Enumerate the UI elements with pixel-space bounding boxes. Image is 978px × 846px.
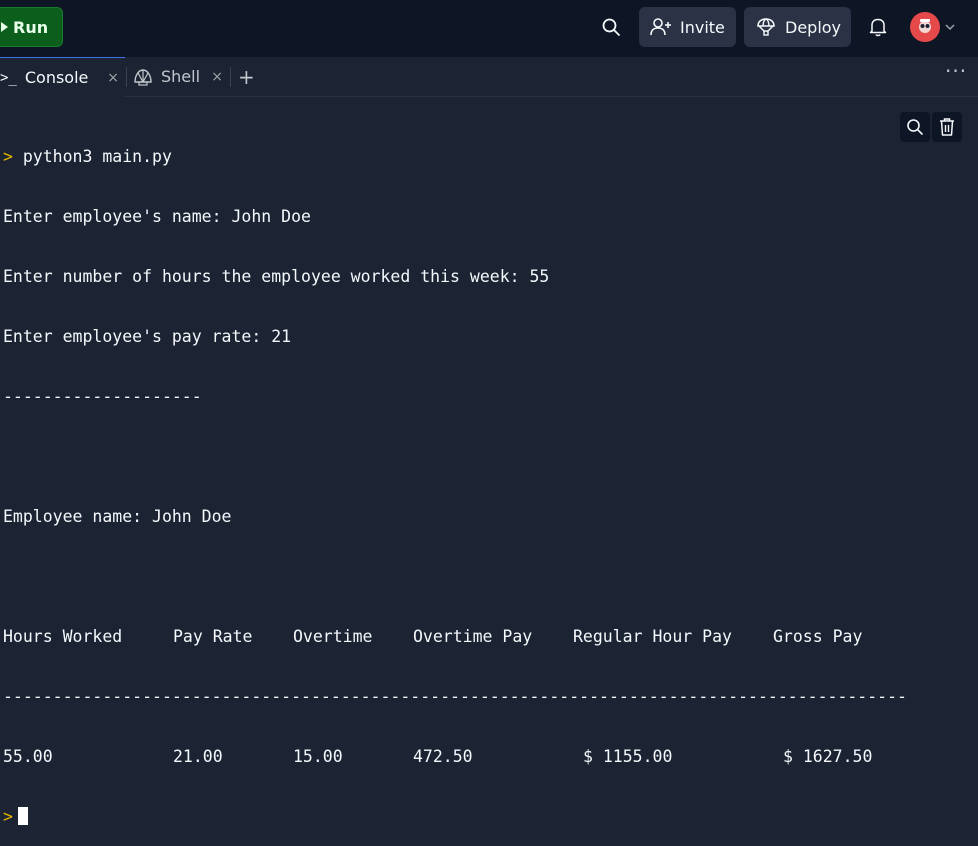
- table-cell: 15.00: [293, 747, 343, 766]
- input-line[interactable]: >: [3, 807, 973, 827]
- invite-label: Invite: [680, 17, 725, 37]
- tab-console[interactable]: >_ Console ×: [0, 57, 125, 97]
- tab-divider: [230, 67, 231, 87]
- output-line: Employee name: John Doe: [3, 507, 232, 526]
- deploy-button[interactable]: Deploy: [744, 7, 851, 47]
- output-line: Enter employee's pay rate: 21: [3, 327, 292, 346]
- deploy-label: Deploy: [785, 17, 842, 37]
- chevron-down-icon: [945, 24, 955, 31]
- output-line: --------------------: [3, 387, 202, 406]
- console-tools: [900, 112, 962, 142]
- table-cell: 55.00: [3, 747, 53, 766]
- clear-console-button[interactable]: [932, 112, 962, 142]
- tab-bar: >_ Console × Shell × + ···: [0, 57, 978, 97]
- table-cell: $ 1627.50: [783, 747, 873, 766]
- tab-console-label: Console: [24, 68, 89, 87]
- table-cell: $ 1155.00: [583, 747, 673, 766]
- table-header: Overtime: [293, 627, 373, 646]
- table-header: Hours Worked: [3, 627, 123, 646]
- search-icon: [602, 18, 620, 36]
- table-row: 55.00 21.00 15.00 472.50 $ 1155.00 $ 162…: [3, 747, 973, 767]
- output-line: Enter employee's name: John Doe: [3, 207, 311, 226]
- table-cell: 21.00: [173, 747, 223, 766]
- table-header: Overtime Pay: [413, 627, 533, 646]
- play-icon: [1, 22, 8, 32]
- console-output[interactable]: > python3 main.py Enter employee's name:…: [3, 107, 973, 826]
- table-header: Gross Pay: [773, 627, 863, 646]
- close-icon[interactable]: ×: [211, 69, 223, 85]
- command-text: python3 main.py: [22, 147, 172, 166]
- tab-divider: [126, 67, 127, 87]
- console-search-button[interactable]: [900, 112, 930, 142]
- search-button[interactable]: [596, 12, 626, 42]
- prompt-symbol: >: [3, 147, 13, 166]
- terminal-icon: >_: [0, 69, 17, 86]
- run-label: Run: [13, 17, 49, 37]
- output-line: Enter number of hours the employee worke…: [3, 267, 550, 286]
- close-icon[interactable]: ×: [107, 70, 119, 86]
- shell-icon: [134, 68, 152, 86]
- avatar: [910, 12, 940, 42]
- table-header-row: Hours Worked Pay Rate Overtime Overtime …: [3, 627, 973, 647]
- notifications-button[interactable]: [864, 12, 892, 42]
- add-user-icon: [650, 18, 671, 36]
- account-menu[interactable]: [910, 11, 960, 43]
- invite-button[interactable]: Invite: [639, 7, 736, 47]
- bell-icon: [869, 18, 887, 37]
- top-bar: Run Invite Deploy: [0, 0, 978, 57]
- deploy-icon: [757, 18, 775, 36]
- table-header: Regular Hour Pay: [573, 627, 732, 646]
- table-header: Pay Rate: [173, 627, 253, 646]
- table-cell: 472.50: [413, 747, 473, 766]
- command-line: > python3 main.py: [3, 147, 973, 167]
- tab-shell-label: Shell: [161, 67, 201, 86]
- table-divider: ----------------------------------------…: [3, 687, 907, 706]
- search-icon: [907, 119, 923, 135]
- plus-icon[interactable]: +: [238, 65, 255, 89]
- trash-icon: [940, 118, 954, 136]
- run-button[interactable]: Run: [0, 7, 63, 47]
- tab-shell[interactable]: Shell ×: [129, 57, 229, 96]
- more-icon[interactable]: ···: [945, 59, 967, 83]
